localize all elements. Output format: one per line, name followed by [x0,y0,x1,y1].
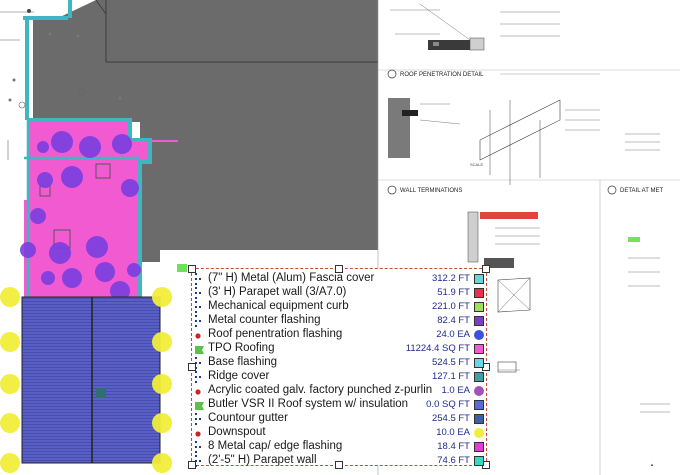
detail-at-title: DETAIL AT MET [620,188,663,194]
roof-penetration-title: ROOF PENETRATION DETAIL [400,72,484,78]
legend-row[interactable]: (2'-5" H) Parapet wall 74.6 FT [192,451,486,471]
wall-terminations-title: WALL TERMINATIONS [400,188,462,194]
color-swatch[interactable] [474,456,484,466]
svg-text:▲: ▲ [650,462,654,467]
downspout-marker [27,9,31,13]
legend-item-quantity: 74.6 FT [437,455,470,466]
takeoff-legend[interactable]: (7" H) Metal (Alum) Fascia cover 312.2 FT… [188,265,490,469]
legend-anchor-icon [177,264,187,272]
butler-roof-area [21,296,161,464]
legend-item-label: (2'-5" H) Parapet wall [208,454,317,466]
scale-label: SCALE [470,162,483,167]
dotted-line-icon [194,454,204,468]
